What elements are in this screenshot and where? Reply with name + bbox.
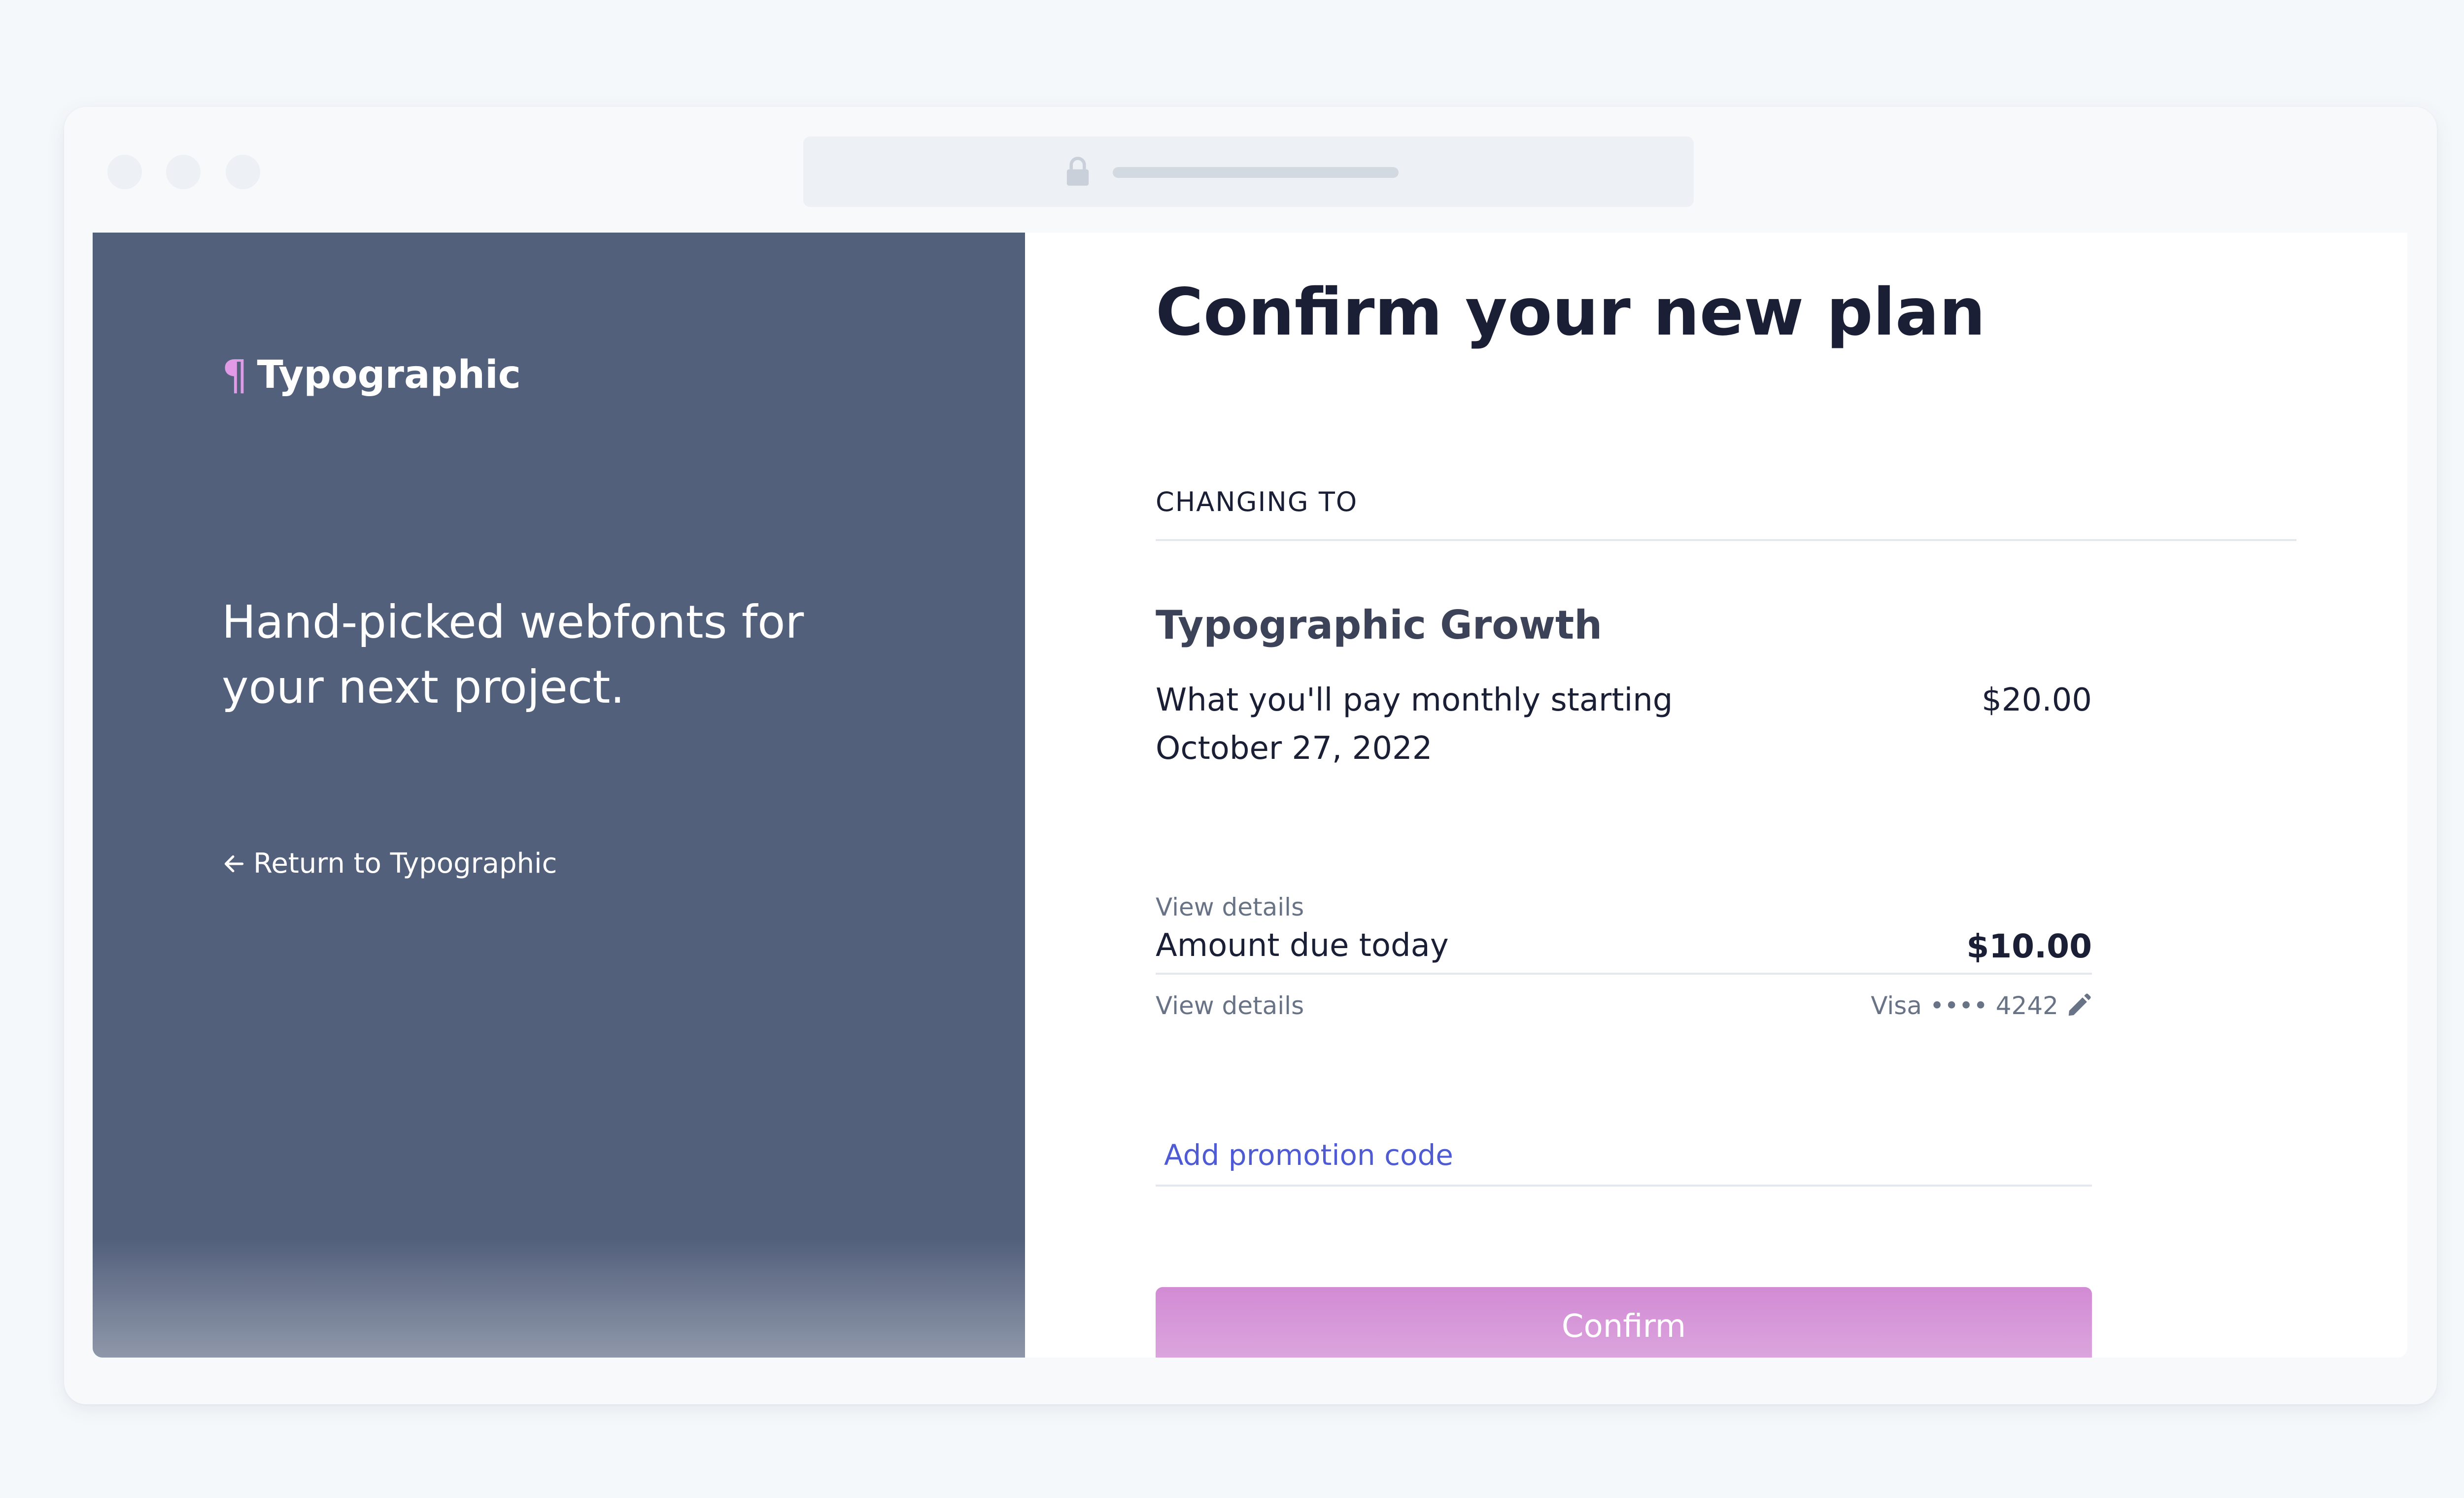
brand-logo: ¶ Typographic [222, 351, 521, 399]
brand-name: Typographic [257, 353, 521, 397]
pencil-icon[interactable] [2065, 992, 2092, 1019]
page-title: Confirm your new plan [1156, 274, 1985, 350]
checkout-panel: Confirm your new plan CHANGING TO Typogr… [1025, 233, 2407, 1358]
url-placeholder-line [1113, 167, 1399, 178]
section-divider [1156, 539, 2296, 541]
plan-divider [1156, 973, 2092, 975]
pilcrow-icon: ¶ [222, 351, 248, 399]
return-link[interactable]: Return to Typographic [222, 848, 557, 880]
payment-method-label: Visa •••• 4242 [1871, 991, 2058, 1020]
plan-name: Typographic Growth [1156, 602, 1603, 648]
amount-due-value: $10.00 [1966, 927, 2092, 965]
brand-sidebar: ¶ Typographic Hand-picked webfonts for y… [93, 233, 1025, 1358]
add-promotion-code-link[interactable]: Add promotion code [1164, 1138, 1453, 1172]
address-bar[interactable] [803, 136, 1694, 207]
section-label: CHANGING TO [1156, 486, 1358, 517]
lock-icon [1066, 157, 1089, 186]
window-minimize-dot[interactable] [166, 155, 201, 189]
window-close-dot[interactable] [107, 155, 142, 189]
sidebar-fade [93, 1239, 1025, 1358]
return-link-label: Return to Typographic [253, 848, 557, 880]
due-view-details-link[interactable]: View details [1156, 991, 1304, 1020]
amount-due-label: Amount due today [1156, 927, 1449, 964]
payment-method: Visa •••• 4242 [1871, 991, 2092, 1020]
browser-window: ¶ Typographic Hand-picked webfonts for y… [64, 107, 2437, 1404]
tagline: Hand-picked webfonts for your next proje… [222, 596, 804, 714]
due-divider [1156, 1185, 2092, 1187]
arrow-left-icon [224, 855, 244, 872]
page-viewport: ¶ Typographic Hand-picked webfonts for y… [93, 233, 2407, 1358]
window-maximize-dot[interactable] [226, 155, 260, 189]
plan-view-details-link[interactable]: View details [1156, 893, 1304, 921]
plan-price: $20.00 [1982, 682, 2092, 718]
plan-description: What you'll pay monthly starting October… [1156, 682, 1673, 767]
confirm-button[interactable]: Confirm [1156, 1287, 2092, 1358]
